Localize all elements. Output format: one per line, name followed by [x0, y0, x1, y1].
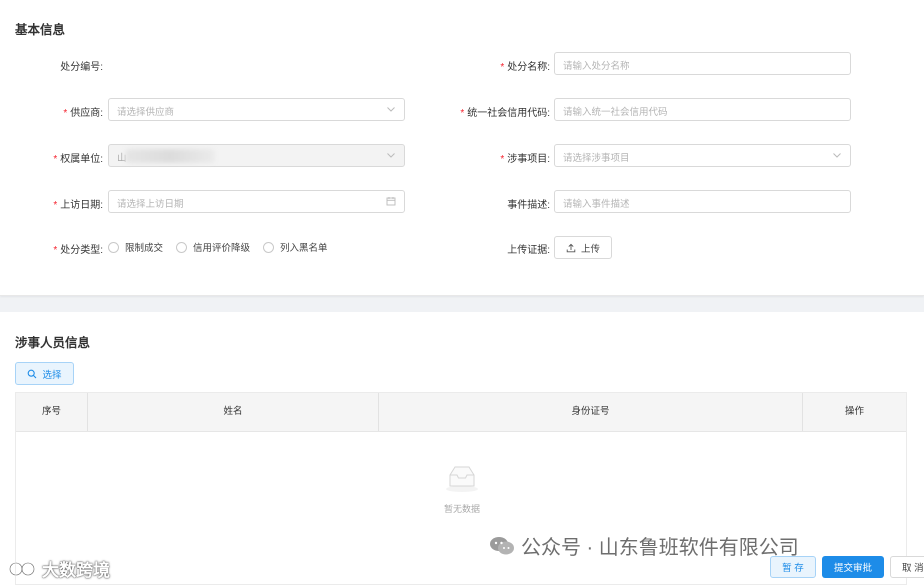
column-header-actions: 操作	[844, 406, 864, 417]
cancel-button[interactable]: 取 消	[890, 556, 924, 578]
radio-circle[interactable]	[176, 241, 188, 253]
column-header-index: 序号	[16, 393, 88, 431]
visit-date-label: * 上访日期:	[53, 200, 103, 211]
search-icon	[28, 369, 37, 378]
watermark-right: 公众号 · 山东鲁班软件有限公司	[489, 531, 799, 560]
watermark-logo-icon	[8, 561, 36, 576]
select-people-button[interactable]: 选择	[15, 362, 74, 385]
redacted-area	[125, 149, 215, 163]
visit-date-placeholder: 请选择上访日期	[117, 199, 184, 210]
empty-inbox-icon	[446, 466, 478, 492]
required-mark: *	[53, 200, 58, 211]
radio-circle[interactable]	[108, 241, 119, 253]
required-mark: *	[53, 154, 58, 165]
chevron-down-icon	[387, 107, 395, 112]
event-desc-label: 事件描述:	[507, 200, 550, 211]
column-header-id-number: 身份证号	[379, 393, 803, 431]
radio-restrict-deal[interactable]: 限制成交	[108, 240, 163, 254]
radio-credit-downgrade[interactable]: 信用评价降级	[176, 240, 250, 254]
required-mark: *	[63, 108, 68, 119]
penalty-type-radio-group: 限制成交 信用评价降级 列入黑名单	[108, 240, 341, 254]
penalty-no-label: 处分编号:	[60, 62, 103, 73]
watermark-left: 大数跨境	[8, 556, 110, 581]
radio-circle[interactable]	[263, 241, 275, 253]
submit-approval-button[interactable]: 提交审批	[822, 556, 884, 578]
supplier-label: * 供应商:	[63, 108, 103, 119]
credit-code-label: * 统一社会信用代码:	[460, 108, 550, 119]
people-info-title: 涉事人员信息	[15, 336, 91, 350]
project-placeholder: 请选择涉事项目	[563, 153, 630, 164]
chevron-down-icon	[833, 153, 841, 158]
wechat-icon	[490, 536, 514, 554]
credit-code-placeholder: 请输入统一社会信用代码	[563, 107, 668, 118]
required-mark: *	[53, 245, 58, 256]
penalty-name-placeholder: 请输入处分名称	[563, 61, 630, 72]
project-label: * 涉事项目:	[500, 154, 550, 165]
required-mark: *	[460, 108, 465, 119]
project-select[interactable]: 请选择涉事项目	[554, 144, 851, 167]
basic-info-title: 基本信息	[15, 23, 66, 37]
supplier-select[interactable]: 请选择供应商	[108, 98, 405, 121]
event-desc-placeholder: 请输入事件描述	[563, 199, 630, 210]
unit-label: * 权属单位:	[53, 154, 103, 165]
credit-code-input[interactable]: 请输入统一社会信用代码	[554, 98, 851, 121]
table-header: 序号 姓名 身份证号 操作	[16, 393, 906, 432]
basic-info-card: 基本信息 处分编号: * 处分名称: 请输入处分名称 * 供应商: 请选择供应商 *…	[0, 0, 924, 296]
chevron-down-icon	[387, 153, 395, 158]
column-header-name: 姓名	[88, 393, 379, 431]
penalty-name-label: * 处分名称:	[500, 62, 550, 73]
upload-icon	[566, 243, 576, 252]
required-mark: *	[500, 62, 505, 73]
calendar-icon	[386, 197, 396, 206]
supplier-placeholder: 请选择供应商	[117, 107, 175, 118]
unit-select[interactable]: 山	[108, 144, 405, 167]
event-desc-input[interactable]: 请输入事件描述	[554, 190, 851, 213]
upload-button[interactable]: 上传	[554, 236, 612, 259]
penalty-type-label: * 处分类型:	[53, 245, 103, 256]
penalty-name-input[interactable]: 请输入处分名称	[554, 52, 851, 75]
empty-text: 暂无数据	[443, 504, 480, 514]
visit-date-picker[interactable]: 请选择上访日期	[108, 190, 405, 213]
radio-blacklist[interactable]: 列入黑名单	[263, 240, 328, 254]
evidence-label: 上传证据:	[507, 245, 550, 256]
required-mark: *	[500, 154, 505, 165]
